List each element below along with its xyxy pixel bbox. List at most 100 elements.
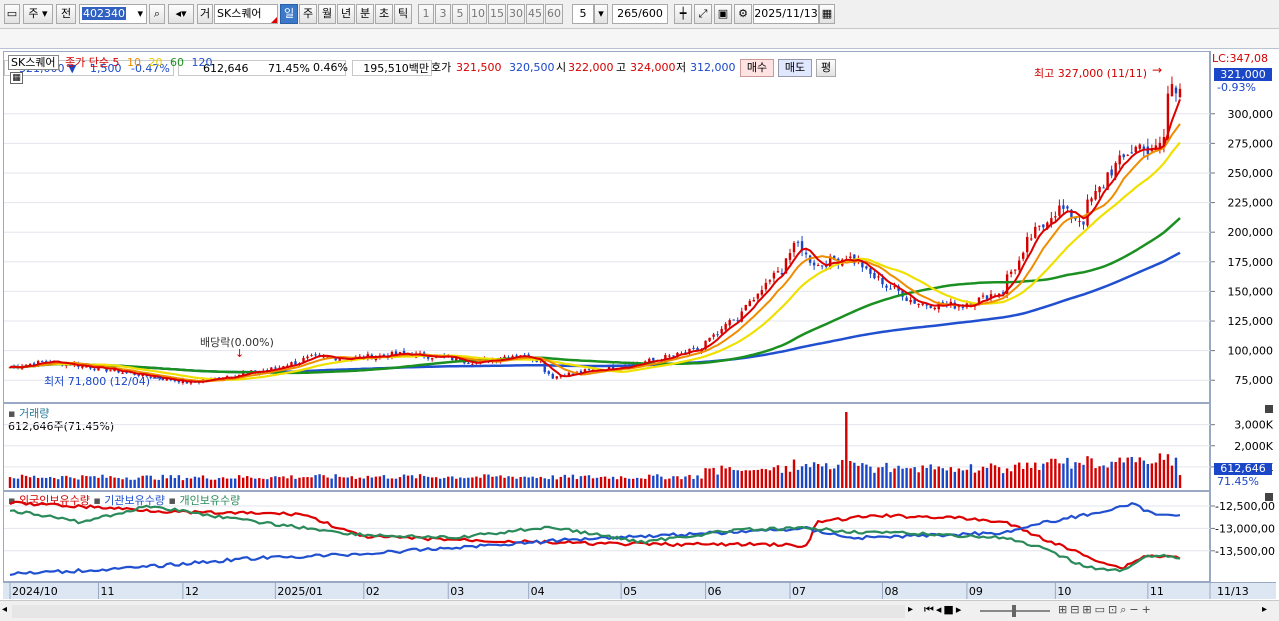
volume-bar-271	[1098, 466, 1101, 488]
candle-body-254	[1030, 238, 1033, 240]
date-input[interactable]: 2025/11/13	[753, 4, 819, 24]
candle-body-250	[1013, 269, 1017, 271]
volume-bar-174	[708, 468, 711, 488]
volume-chart	[4, 412, 1210, 488]
volume-bar-2	[16, 478, 20, 488]
candle-body-195	[792, 242, 796, 253]
volume-bar-47	[197, 477, 201, 488]
volume-bar-265	[1074, 462, 1077, 488]
volume-bar-38	[161, 474, 164, 488]
volume-bar-199	[808, 467, 812, 488]
period-tab-0[interactable]: 일	[280, 4, 298, 24]
playback-controls[interactable]: ⏮◂■▸	[924, 603, 963, 617]
volume-bar-157	[640, 478, 643, 488]
volume-bar-84	[346, 477, 349, 488]
volume-bar-180	[732, 469, 735, 488]
tool-icons[interactable]: ⊞⊟⊞▭⊡⌕−+	[1058, 603, 1154, 617]
count-input[interactable]: 5	[572, 4, 594, 24]
candle-body-291	[1178, 88, 1182, 98]
period-tab-1[interactable]: 주	[299, 4, 317, 24]
candle-body-201	[816, 265, 820, 267]
maximize-icon[interactable]	[1265, 493, 1273, 501]
interval-tab-7[interactable]: 60	[545, 4, 563, 24]
period-tab-4[interactable]: 분	[356, 4, 374, 24]
calendar-icon[interactable]: ▦	[819, 4, 835, 24]
volume-bar-207	[841, 459, 844, 488]
search-icon[interactable]: ⌕	[149, 4, 165, 24]
volume-bar-77	[318, 474, 321, 488]
volume-bar-42	[177, 475, 181, 488]
stock-name: SK스퀘어	[217, 7, 262, 20]
volume-bar-109	[447, 476, 450, 488]
volume-bar-220	[893, 468, 896, 488]
stock-code-input[interactable]: 402340 ▾	[79, 4, 147, 24]
volume-bar-49	[205, 478, 209, 488]
volume-bar-142	[579, 476, 583, 488]
volume-bar-71	[294, 478, 297, 488]
ma120-line	[9, 251, 1181, 374]
volume-bar-20	[89, 476, 92, 488]
high-marker: 최고 327,000 (11/11)	[1034, 67, 1148, 80]
volume-tick-label-1: 2,000K	[1234, 440, 1273, 453]
interval-tab-1[interactable]: 3	[435, 4, 451, 24]
candle-body-74	[306, 356, 309, 359]
ma60-line	[9, 217, 1181, 375]
period-tab-3[interactable]: 년	[337, 4, 355, 24]
volume-bar-172	[700, 478, 703, 488]
volume-bar-252	[1021, 468, 1025, 488]
period-tab-5[interactable]: 초	[375, 4, 393, 24]
gear-icon[interactable]: ⚙	[734, 4, 752, 24]
volume-bar-259	[1050, 458, 1053, 488]
volume-bar-154	[627, 478, 631, 488]
scrollbar-track[interactable]	[12, 605, 905, 618]
volume-bar-190	[772, 467, 776, 488]
volume-bar-91	[374, 476, 378, 488]
interval-tab-6[interactable]: 45	[526, 4, 544, 24]
maximize-icon[interactable]	[1265, 405, 1273, 413]
chevron-down-icon[interactable]: ▾	[137, 5, 143, 23]
candle-type-icon[interactable]: ┿	[674, 4, 692, 24]
price-tick-label-0: 75,000	[1235, 374, 1274, 387]
candle-body-114	[467, 362, 470, 364]
period-tab-6[interactable]: 틱	[394, 4, 412, 24]
volume-bar-107	[439, 478, 442, 488]
scroll-end-icon[interactable]: ▸	[1262, 604, 1267, 615]
scroll-right-icon[interactable]: ▸	[908, 604, 913, 615]
candle-body-180	[732, 319, 735, 321]
volume-bar-131	[535, 478, 538, 488]
interval-tab-0[interactable]: 1	[418, 4, 434, 24]
volume-bar-108	[443, 477, 446, 488]
volume-bar-276	[1118, 457, 1121, 488]
geo-button[interactable]: 거	[197, 4, 213, 24]
lc-label: LC:347,08	[1212, 52, 1269, 65]
interval-tab-5[interactable]: 30	[507, 4, 525, 24]
speaker-icon[interactable]: ◂▾	[168, 4, 194, 24]
zoom-slider-handle[interactable]	[1012, 605, 1016, 617]
save-icon[interactable]: ▣	[714, 4, 732, 24]
volume-bar-130	[531, 476, 534, 488]
jeon-button[interactable]: 전	[56, 4, 76, 24]
volume-bar-192	[780, 472, 784, 488]
volume-bar-200	[812, 462, 816, 488]
interval-tab-2[interactable]: 5	[452, 4, 468, 24]
volume-bar-147	[599, 476, 603, 488]
count-dropdown-icon[interactable]: ▾	[594, 4, 608, 24]
market-select[interactable]: 주 ▾	[23, 4, 53, 24]
volume-bar-211	[857, 465, 860, 488]
interval-tab-4[interactable]: 15	[488, 4, 506, 24]
range-field[interactable]: 265/600	[612, 4, 668, 24]
line-draw-icon[interactable]: ⤢	[694, 4, 712, 24]
period-tab-2[interactable]: 월	[318, 4, 336, 24]
scroll-left-icon[interactable]: ◂	[2, 604, 7, 615]
volume-bar-150	[611, 476, 615, 488]
candle-body-215	[873, 273, 876, 279]
window-menu-icon[interactable]: ▭	[4, 4, 20, 24]
holdings-axis: -12,500,00 -13,000,00 -13,500,00	[1210, 491, 1276, 582]
volume-bar-186	[756, 469, 760, 488]
stock-name-field[interactable]: SK스퀘어	[214, 4, 278, 24]
volume-bar-249	[1009, 471, 1013, 488]
volume-bar-92	[378, 476, 382, 488]
volume-bar-166	[676, 476, 679, 488]
volume-bar-167	[680, 479, 683, 488]
interval-tab-3[interactable]: 10	[469, 4, 487, 24]
